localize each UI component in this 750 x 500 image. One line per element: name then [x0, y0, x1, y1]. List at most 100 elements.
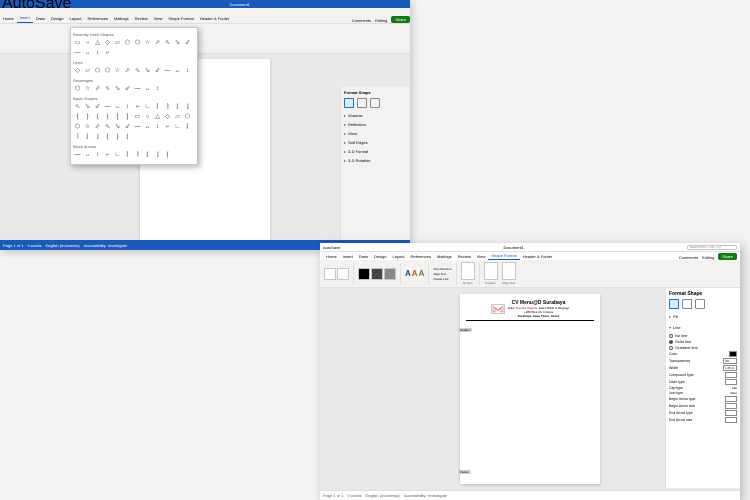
shape-option[interactable]: ⬠ [123, 38, 132, 47]
tab-design-f[interactable]: Design [371, 253, 389, 260]
shape-option[interactable]: ( [93, 112, 102, 121]
shape-option[interactable]: } [83, 112, 92, 121]
page-count-f[interactable]: Page 1 of 1 [323, 493, 343, 498]
shape-option[interactable]: ⌐ [163, 122, 172, 131]
shape-option[interactable]: ↔ [143, 84, 152, 93]
shape-option[interactable]: ∟ [143, 102, 152, 111]
wordart-a-icon[interactable]: A [405, 269, 411, 278]
language[interactable]: English (Indonesia) [45, 243, 79, 248]
shape-option[interactable]: ▭ [133, 112, 142, 121]
shape-option[interactable]: ↕ [153, 122, 162, 131]
shape-option[interactable]: ⌊ [143, 150, 152, 159]
shape-preset-icon[interactable] [337, 268, 349, 280]
shape-option[interactable]: ( [123, 132, 132, 141]
layout-tab-icon-f[interactable] [695, 299, 705, 309]
color-swatch[interactable] [729, 351, 737, 357]
page-front[interactable]: CV Menu@D Surabaya Ruko Toserba Gapura, … [460, 294, 600, 484]
shape-option[interactable]: ⬁ [103, 122, 112, 131]
shape-preset-icon[interactable] [324, 268, 336, 280]
shape-option[interactable]: ↕ [93, 150, 102, 159]
shape-option[interactable]: ☆ [83, 84, 92, 93]
solid-line-radio[interactable]: Solid line [669, 339, 737, 344]
alt-text-button[interactable]: Alt Text [461, 262, 475, 285]
comments-button-front[interactable]: Comments [679, 255, 698, 260]
shape-option[interactable]: — [103, 102, 112, 111]
autosave-toggle-back[interactable]: AutoSave [2, 0, 71, 13]
shadow-row[interactable]: ▸Shadow [344, 111, 407, 120]
comments-button-back[interactable]: Comments [352, 18, 371, 23]
effects-tab-icon-f[interactable] [682, 299, 692, 309]
shape-option[interactable]: ⬂ [83, 102, 92, 111]
fill-line-tab-icon[interactable] [344, 98, 354, 108]
shape-option[interactable]: ◇ [163, 112, 172, 121]
editing-dropdown-front[interactable]: Editing [702, 255, 714, 260]
tab-view[interactable]: View [151, 14, 166, 23]
style-swatch-icon[interactable] [358, 268, 370, 280]
shape-option[interactable]: ◇ [73, 66, 82, 75]
shape-option[interactable]: ⬂ [113, 84, 122, 93]
shape-option[interactable]: ⌊ [83, 132, 92, 141]
tab-shape-format-f[interactable]: Shape Format [488, 252, 519, 260]
line-section-toggle[interactable]: ▾Line [669, 323, 737, 332]
shape-option[interactable]: ○ [143, 112, 152, 121]
tab-header-footer[interactable]: Header & Footer [197, 14, 233, 23]
layout-tab-icon[interactable] [370, 98, 380, 108]
shape-option[interactable]: ▱ [83, 66, 92, 75]
tab-draw-f[interactable]: Draw [356, 253, 371, 260]
shape-option[interactable]: ↔ [113, 102, 122, 111]
shape-option[interactable]: ⌋ [183, 102, 192, 111]
shape-option[interactable]: ⬁ [103, 84, 112, 93]
soft-edges-row[interactable]: ▸Soft Edges [344, 138, 407, 147]
language-f[interactable]: English (Indonesia) [365, 493, 399, 498]
wordart-styles-group[interactable]: AAA [405, 269, 424, 278]
word-count-f[interactable]: 0 words [347, 493, 361, 498]
shape-option[interactable]: ↕ [153, 84, 162, 93]
shape-option[interactable]: — [133, 122, 142, 131]
shape-option[interactable]: ⌈ [183, 122, 192, 131]
tab-shape-format[interactable]: Shape Format [165, 14, 196, 23]
position-button[interactable]: Position [484, 262, 498, 285]
shape-option[interactable]: { [163, 150, 172, 159]
autosave-toggle-front[interactable]: AutoSave [323, 245, 340, 250]
shape-option[interactable]: ⌐ [103, 150, 112, 159]
tab-home-f[interactable]: Home [323, 253, 340, 260]
shape-option[interactable]: ⬀ [93, 122, 102, 131]
header-tag[interactable]: Header [458, 328, 472, 332]
shape-option[interactable]: — [73, 150, 82, 159]
shape-option[interactable]: — [163, 66, 172, 75]
shape-option[interactable]: ⌋ [153, 150, 162, 159]
shape-option[interactable]: ▱ [173, 112, 182, 121]
shape-option[interactable]: ⬁ [163, 38, 172, 47]
tab-references-f[interactable]: References [408, 253, 434, 260]
page-count[interactable]: Page 1 of 1 [3, 243, 23, 248]
shape-option[interactable]: ◇ [103, 38, 112, 47]
shape-option[interactable]: ⌉ [133, 150, 142, 159]
shape-option[interactable]: ↔ [83, 48, 92, 57]
gradient-line-radio[interactable]: Gradient line [669, 345, 737, 350]
shape-option[interactable]: ⬂ [143, 66, 152, 75]
tab-view-f[interactable]: View [474, 253, 489, 260]
compound-dropdown[interactable] [725, 372, 737, 378]
end-arrow-size-dropdown[interactable] [725, 417, 737, 423]
shape-option[interactable]: ↔ [83, 150, 92, 159]
tab-draw[interactable]: Draw [33, 14, 48, 23]
share-button-back[interactable]: Share [391, 16, 410, 23]
wrap-text-button[interactable]: Wrap Text [502, 262, 516, 285]
shape-option[interactable]: ⬀ [153, 38, 162, 47]
align-text-button[interactable]: Align Text [433, 272, 451, 276]
shape-option[interactable]: ⌈ [153, 102, 162, 111]
glow-row[interactable]: ▸Glow [344, 129, 407, 138]
tab-insert-f[interactable]: Insert [340, 253, 356, 260]
footer-tag[interactable]: Footer [458, 470, 471, 474]
shape-option[interactable]: ☆ [83, 122, 92, 131]
shape-option[interactable]: ⌋ [93, 132, 102, 141]
begin-arrow-type-dropdown[interactable] [725, 396, 737, 402]
shape-option[interactable]: ⬁ [133, 66, 142, 75]
wordart-a-icon[interactable]: A [412, 269, 418, 278]
tab-mailings-f[interactable]: Mailings [434, 253, 455, 260]
shape-option[interactable]: ▱ [113, 38, 122, 47]
shape-option[interactable]: } [113, 132, 122, 141]
text-direction-button[interactable]: Text Direction [433, 267, 451, 271]
create-link-button[interactable]: Create Link [433, 277, 451, 281]
search-input[interactable] [687, 245, 737, 250]
